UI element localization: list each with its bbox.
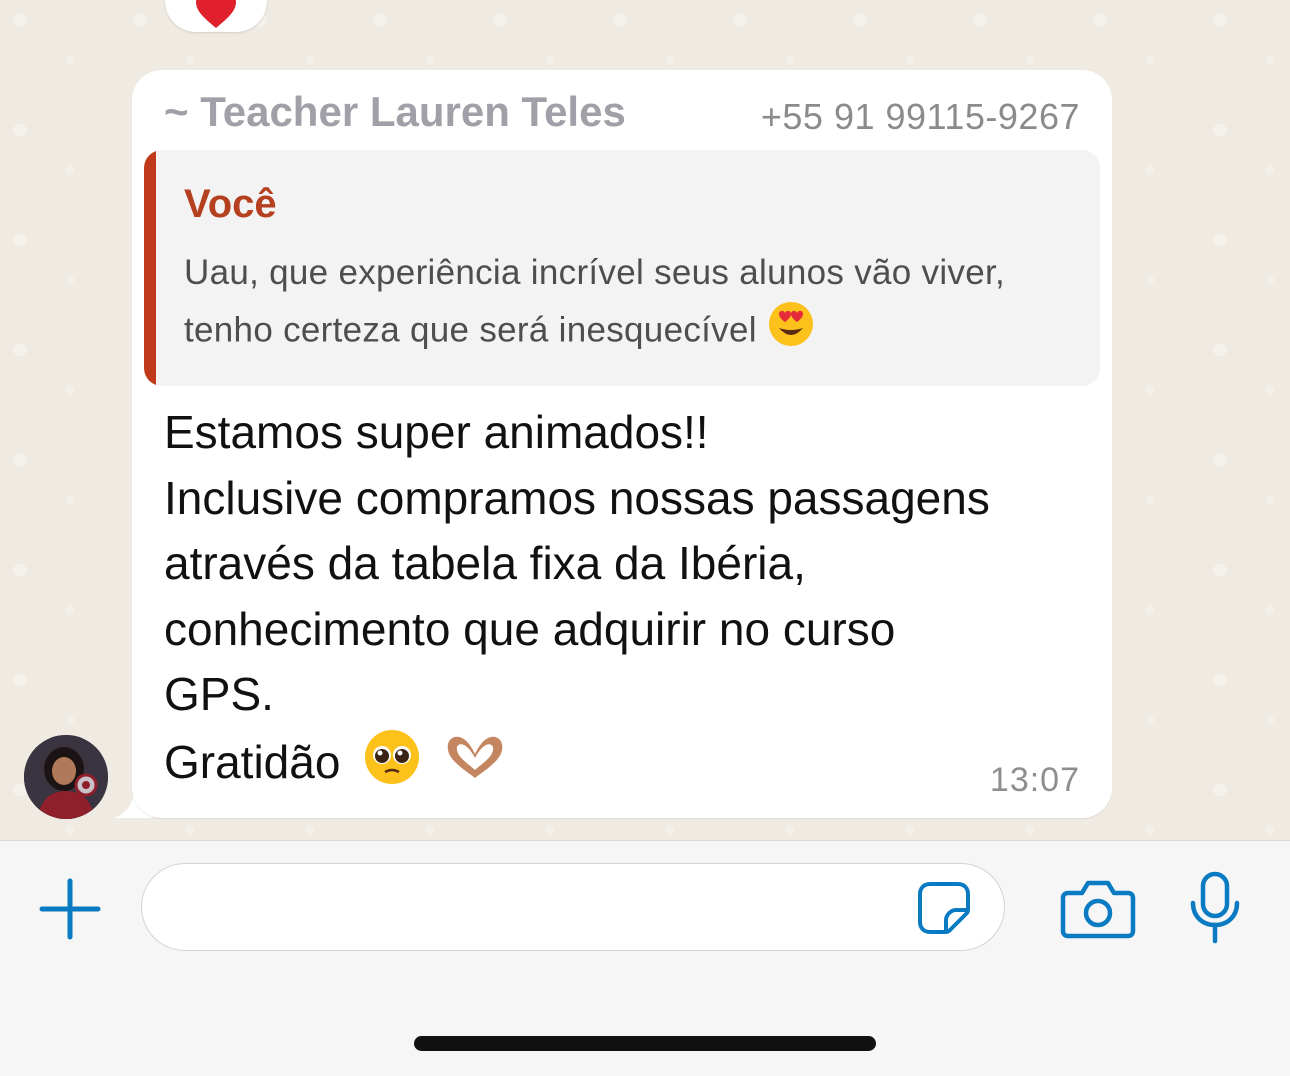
heart-eyes-emoji-icon — [767, 300, 815, 364]
message-line: Gratidão — [164, 735, 341, 788]
camera-button[interactable] — [1060, 879, 1136, 939]
message-line: GPS. — [164, 668, 274, 720]
message-bubble[interactable]: ~ Teacher Lauren Teles +55 91 99115-9267… — [132, 70, 1112, 818]
reaction-chip[interactable] — [165, 0, 267, 32]
avatar-image — [24, 735, 108, 819]
quote-accent-bar — [144, 150, 156, 386]
microphone-icon — [1190, 871, 1240, 944]
message-time: 13:07 — [989, 761, 1080, 799]
message-input-field[interactable] — [141, 863, 1005, 951]
sender-avatar[interactable] — [24, 735, 108, 819]
sender-phone[interactable]: +55 91 99115-9267 — [761, 96, 1080, 138]
sticker-icon — [918, 882, 970, 934]
quoted-message[interactable]: Você Uau, que experiência incrível seus … — [144, 150, 1100, 386]
sender-row: ~ Teacher Lauren Teles +55 91 99115-9267 — [164, 88, 1080, 138]
message-line: conhecimento que adquirir no curso — [164, 602, 896, 655]
quote-author: Você — [184, 182, 277, 226]
red-heart-icon — [196, 0, 236, 28]
camera-icon — [1060, 880, 1136, 939]
plus-icon — [39, 878, 101, 940]
sender-name[interactable]: ~ Teacher Lauren Teles — [164, 88, 626, 136]
attach-plus-button[interactable] — [38, 877, 102, 941]
microphone-button[interactable] — [1188, 871, 1242, 945]
composer-bar — [0, 840, 1290, 1076]
quote-text: Uau, que experiência incrível seus aluno… — [184, 246, 1064, 364]
home-indicator[interactable] — [414, 1036, 876, 1051]
message-line: Estamos super animados!! — [164, 406, 709, 458]
message-line: Inclusive compramos nossas passagens — [164, 471, 990, 524]
quote-text-content: Uau, que experiência incrível seus aluno… — [184, 253, 1006, 350]
message-text: Estamos super animados!! Inclusive compr… — [164, 400, 1094, 803]
message-last-line: Gratidão — [164, 728, 1094, 804]
heart-hands-emoji-icon — [444, 732, 506, 800]
message-line: através da tabela fixa da Ibéria, — [164, 537, 806, 589]
message-input[interactable] — [170, 864, 914, 950]
pleading-face-emoji-icon — [363, 728, 421, 804]
sticker-button[interactable] — [916, 880, 972, 936]
